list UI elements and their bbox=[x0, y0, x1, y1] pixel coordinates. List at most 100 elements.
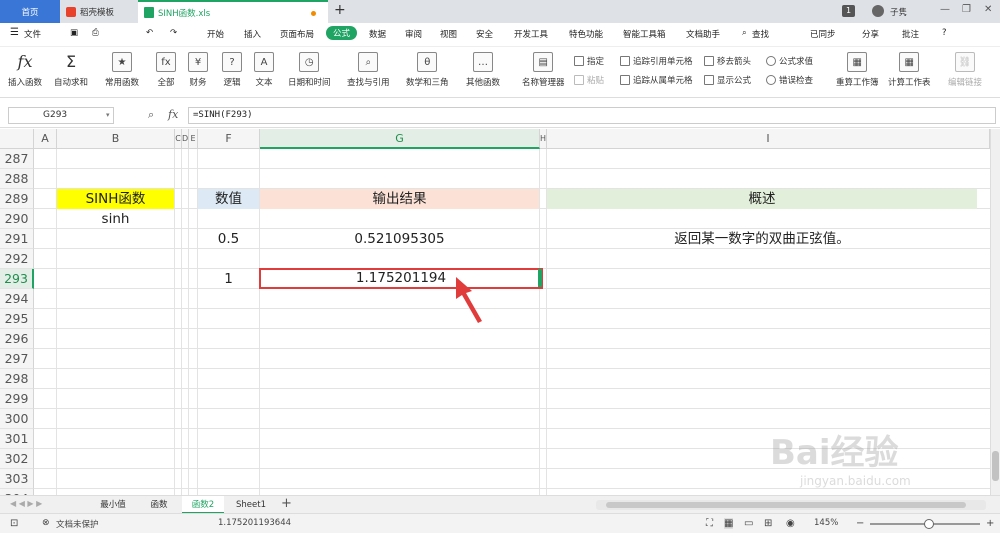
trace-dependents-button[interactable]: 追踪从属单元格 bbox=[620, 74, 693, 86]
menu-comment[interactable]: 批注 bbox=[902, 28, 919, 40]
zoom-search-icon[interactable]: ⌕ bbox=[148, 108, 154, 122]
menu-formula[interactable]: 公式 bbox=[326, 26, 358, 40]
remove-arrows-button[interactable]: 移去箭头 bbox=[704, 55, 751, 67]
row-header[interactable]: 288 bbox=[0, 169, 34, 189]
row-header-active[interactable]: 293 bbox=[0, 269, 34, 289]
fill-handle[interactable] bbox=[538, 269, 542, 287]
row-header[interactable]: 289 bbox=[0, 189, 34, 209]
col-header-a[interactable]: A bbox=[34, 129, 57, 149]
show-formula-button[interactable]: 显示公式 bbox=[704, 74, 751, 86]
avatar[interactable] bbox=[872, 5, 884, 17]
menu-security[interactable]: 安全 bbox=[476, 28, 493, 40]
text-button[interactable]: A 文本 bbox=[254, 52, 274, 88]
tab-home[interactable]: 首页 bbox=[0, 0, 60, 23]
col-header-c[interactable]: C bbox=[175, 129, 182, 149]
edit-links-button[interactable]: ⛓ 编辑链接 bbox=[948, 52, 982, 88]
col-header-i[interactable]: I bbox=[547, 129, 990, 149]
name-box[interactable]: G293 bbox=[8, 107, 114, 124]
specify-button[interactable]: 指定 bbox=[574, 55, 604, 67]
error-check-button[interactable]: 错误检查 bbox=[766, 74, 813, 86]
row-header[interactable]: 301 bbox=[0, 429, 34, 449]
menu-layout[interactable]: 页面布局 bbox=[280, 28, 314, 40]
calc-sheet-button[interactable]: ▦ 计算工作表 bbox=[888, 52, 931, 88]
cell-b289[interactable]: SINH函数 bbox=[57, 189, 174, 209]
eye-protect-icon[interactable]: ◉ bbox=[786, 518, 795, 529]
finance-button[interactable]: ¥ 财务 bbox=[188, 52, 208, 88]
hamburger-icon[interactable]: ☰ bbox=[10, 27, 19, 38]
save-icon[interactable]: ▣ bbox=[70, 28, 78, 38]
sheet-tab[interactable]: 最小值 bbox=[90, 496, 136, 514]
scroll-thumb[interactable] bbox=[992, 451, 999, 481]
row-header[interactable]: 300 bbox=[0, 409, 34, 429]
other-func-button[interactable]: … 其他函数 bbox=[466, 52, 500, 88]
zoom-level[interactable]: 145% bbox=[814, 518, 838, 528]
page-break-icon[interactable]: ⊞ bbox=[764, 518, 772, 529]
logic-button[interactable]: ? 逻辑 bbox=[222, 52, 242, 88]
cell-g293-selected[interactable]: 1.175201194 bbox=[259, 268, 543, 289]
insert-function-button[interactable]: fx 插入函数 bbox=[8, 52, 42, 88]
spreadsheet-grid[interactable]: A B C D E F G H I 287 288 289 290 291 29… bbox=[0, 129, 990, 495]
tab-file[interactable]: SINH函数.xls bbox=[138, 0, 328, 23]
cell-g289[interactable]: 输出结果 bbox=[260, 189, 539, 209]
menu-view[interactable]: 视图 bbox=[440, 28, 457, 40]
row-header[interactable]: 291 bbox=[0, 229, 34, 249]
menu-data[interactable]: 数据 bbox=[369, 28, 386, 40]
search-icon[interactable]: ⌕ bbox=[742, 28, 747, 38]
name-manager-button[interactable]: ▤ 名称管理器 bbox=[522, 52, 565, 88]
math-button[interactable]: θ 数学和三角 bbox=[406, 52, 449, 88]
zoom-slider-knob[interactable] bbox=[924, 519, 934, 529]
cell-i289[interactable]: 概述 bbox=[547, 189, 977, 209]
menu-special[interactable]: 特色功能 bbox=[569, 28, 603, 40]
all-func-button[interactable]: fx 全部 bbox=[156, 52, 176, 88]
doc-protect-status[interactable]: 文档未保护 bbox=[56, 518, 99, 530]
add-sheet-button[interactable]: + bbox=[281, 496, 292, 511]
select-all-corner[interactable] bbox=[0, 129, 34, 149]
page-view-icon[interactable]: ▭ bbox=[744, 518, 753, 529]
menu-help[interactable]: ? bbox=[942, 28, 947, 38]
normal-view-icon[interactable]: ▦ bbox=[724, 518, 734, 529]
sheet-tab-active[interactable]: 函数2 bbox=[182, 496, 224, 514]
trace-precedents-button[interactable]: 追踪引用单元格 bbox=[620, 55, 693, 67]
minimize-icon[interactable]: — bbox=[940, 4, 950, 15]
row-header[interactable]: 290 bbox=[0, 209, 34, 229]
menu-toolbox[interactable]: 智能工具箱 bbox=[623, 28, 666, 40]
common-func-button[interactable]: ★ 常用函数 bbox=[105, 52, 139, 88]
row-header[interactable]: 298 bbox=[0, 369, 34, 389]
row-header[interactable]: 297 bbox=[0, 349, 34, 369]
close-icon[interactable]: ✕ bbox=[984, 4, 992, 15]
menu-review[interactable]: 审阅 bbox=[405, 28, 422, 40]
row-header[interactable]: 287 bbox=[0, 149, 34, 169]
datetime-button[interactable]: ◷ 日期和时间 bbox=[288, 52, 331, 88]
cell-f293[interactable]: 1 bbox=[198, 269, 259, 289]
autosum-button[interactable]: Σ 自动求和 bbox=[54, 52, 88, 88]
zoom-out-button[interactable]: − bbox=[856, 518, 864, 529]
cell-f291[interactable]: 0.5 bbox=[198, 229, 259, 249]
cell-b290[interactable]: sinh bbox=[57, 209, 174, 229]
cell-i291[interactable]: 返回某一数字的双曲正弦值。 bbox=[547, 229, 977, 249]
col-header-d[interactable]: D bbox=[182, 129, 189, 149]
col-header-f[interactable]: F bbox=[198, 129, 260, 149]
col-header-e[interactable]: E bbox=[189, 129, 198, 149]
vertical-scrollbar[interactable] bbox=[990, 129, 1000, 495]
menu-kaishi[interactable]: 开始 bbox=[207, 28, 224, 40]
menu-devtools[interactable]: 开发工具 bbox=[514, 28, 548, 40]
row-header[interactable]: 303 bbox=[0, 469, 34, 489]
horizontal-scrollbar[interactable] bbox=[596, 500, 986, 510]
undo-icon[interactable]: ↶ bbox=[146, 28, 153, 38]
menu-share[interactable]: 分享 bbox=[862, 28, 879, 40]
print-icon[interactable]: ⎙ bbox=[92, 28, 99, 38]
menu-file[interactable]: 文件 bbox=[24, 28, 41, 40]
sheet-nav-icon[interactable]: ◀ ◀ ▶ ▶ bbox=[10, 499, 42, 508]
cell-f289[interactable]: 数值 bbox=[198, 189, 259, 209]
menu-doc-assistant[interactable]: 文档助手 bbox=[686, 28, 720, 40]
macro-icon[interactable]: ⊡ bbox=[10, 518, 18, 529]
zoom-slider[interactable] bbox=[870, 519, 980, 529]
zoom-in-button[interactable]: + bbox=[986, 518, 994, 529]
h-scroll-thumb[interactable] bbox=[606, 502, 966, 508]
tab-daoke[interactable]: 稻壳模板 bbox=[60, 0, 138, 23]
paste-button[interactable]: 粘贴 bbox=[574, 74, 604, 86]
menu-search[interactable]: 查找 bbox=[752, 28, 769, 40]
row-header[interactable]: 302 bbox=[0, 449, 34, 469]
user-name[interactable]: 子隽 bbox=[890, 6, 907, 18]
row-header[interactable]: 294 bbox=[0, 289, 34, 309]
